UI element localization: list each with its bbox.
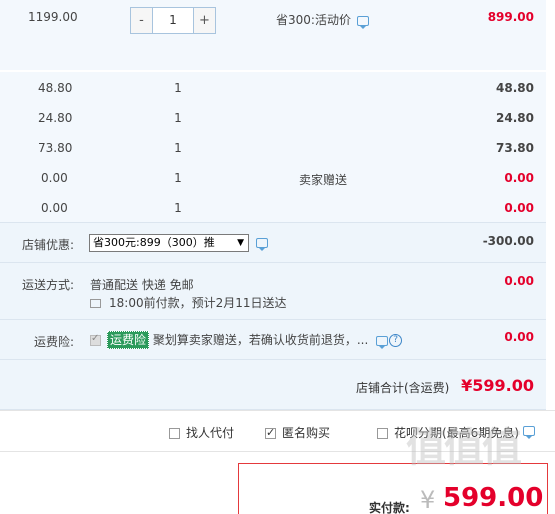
promo-text: 省300:活动价 (276, 11, 369, 29)
shipping-section: 运送方式: 普通配送 快递 免邮 18:00前付款，预计2月11日送达 0.00 (0, 262, 546, 319)
chat-icon[interactable] (356, 15, 369, 29)
list-item: 48.80 1 48.80 (0, 72, 546, 102)
item-total: 0.00 (504, 201, 534, 215)
insurance-checkbox[interactable] (90, 333, 101, 346)
main-item-row: 1199.00 - 1 + 省300:活动价 899.00 (0, 0, 546, 70)
shop-discount-section: 店铺优惠: 省300元:899（300）推 ▼ -300.00 (0, 222, 546, 262)
list-item: 24.80 1 24.80 (0, 102, 546, 132)
increase-button[interactable]: + (194, 8, 215, 33)
anonymous-purchase-checkbox[interactable] (265, 426, 276, 439)
item-price: 0.00 (41, 201, 68, 215)
chat-icon[interactable] (523, 426, 535, 439)
item-total: 24.80 (496, 111, 534, 125)
anonymous-purchase-label: 匿名购买 (282, 426, 331, 440)
item-price: 73.80 (38, 141, 73, 155)
shop-discount-label: 店铺优惠: (22, 238, 75, 252)
chat-icon[interactable] (376, 335, 389, 349)
insurance-label: 运费险: (34, 335, 75, 349)
decrease-button[interactable]: - (131, 8, 152, 33)
promo-label: 省300:活动价 (276, 13, 351, 27)
chevron-down-icon: ▼ (237, 238, 244, 248)
pay-for-me-option[interactable]: 找人代付 (169, 424, 234, 441)
item-price: 1199.00 (28, 10, 78, 24)
payment-amount: 599.00 (443, 483, 544, 513)
shipping-method: 普通配送 快递 免邮 (90, 278, 194, 292)
subtotal-section: 店铺合计(含运费) ¥599.00 (0, 359, 546, 410)
insurance-text: 聚划算卖家赠送，若确认收货前退货，... (152, 333, 369, 347)
subtotal-label: 店铺合计(含运费) (356, 381, 450, 395)
item-qty: 1 (174, 171, 182, 185)
item-total: 899.00 (487, 10, 534, 24)
list-item: 0.00 1 卖家赠送 0.00 (0, 162, 546, 192)
insurance-tag: 运费险 (107, 331, 150, 349)
help-icon[interactable]: ? (389, 334, 403, 347)
quantity-stepper[interactable]: - 1 + (130, 7, 216, 34)
discount-amount: -300.00 (482, 234, 534, 248)
item-price: 0.00 (41, 171, 68, 185)
insurance-amount: 0.00 (504, 330, 534, 344)
shipping-schedule: 18:00前付款，预计2月11日送达 (90, 294, 287, 311)
payment-label: 实付款: (369, 501, 410, 514)
insurance-detail: 运费险 聚划算卖家赠送，若确认收货前退货，... ? (90, 331, 403, 349)
quantity-input[interactable]: 1 (152, 8, 194, 33)
anonymous-purchase-option[interactable]: 匿名购买 (265, 424, 330, 441)
item-price: 24.80 (38, 111, 73, 125)
item-qty: 1 (174, 81, 182, 95)
item-qty: 1 (174, 201, 182, 215)
chat-icon[interactable] (256, 238, 268, 251)
shipping-amount: 0.00 (504, 274, 534, 288)
list-item: 0.00 1 0.00 (0, 192, 546, 222)
clock-icon (90, 299, 101, 308)
insurance-section: 运费险: 运费险 聚划算卖家赠送，若确认收货前退货，... ? 0.00 (0, 319, 546, 359)
promo-label: 卖家赠送 (299, 173, 348, 187)
discount-select[interactable]: 省300元:899（300）推 ▼ (89, 234, 249, 252)
huabei-checkbox[interactable] (377, 428, 388, 439)
shipping-label: 运送方式: (22, 278, 75, 292)
item-total: 73.80 (496, 141, 534, 155)
item-price: 48.80 (38, 81, 73, 95)
subtotal-amount: ¥599.00 (461, 376, 534, 395)
item-total: 0.00 (504, 171, 534, 185)
pay-for-me-checkbox[interactable] (169, 428, 180, 439)
item-qty: 1 (174, 111, 182, 125)
pay-for-me-label: 找人代付 (186, 426, 235, 440)
payment-currency: ¥ (420, 486, 436, 514)
shipping-schedule-text: 18:00前付款，预计2月11日送达 (109, 296, 287, 310)
item-total: 48.80 (496, 81, 534, 95)
list-item: 73.80 1 73.80 (0, 132, 546, 162)
item-qty: 1 (174, 141, 182, 155)
discount-selected-value: 省300元:899（300）推 (93, 236, 215, 249)
watermark-logo: 值值值 (406, 425, 522, 471)
